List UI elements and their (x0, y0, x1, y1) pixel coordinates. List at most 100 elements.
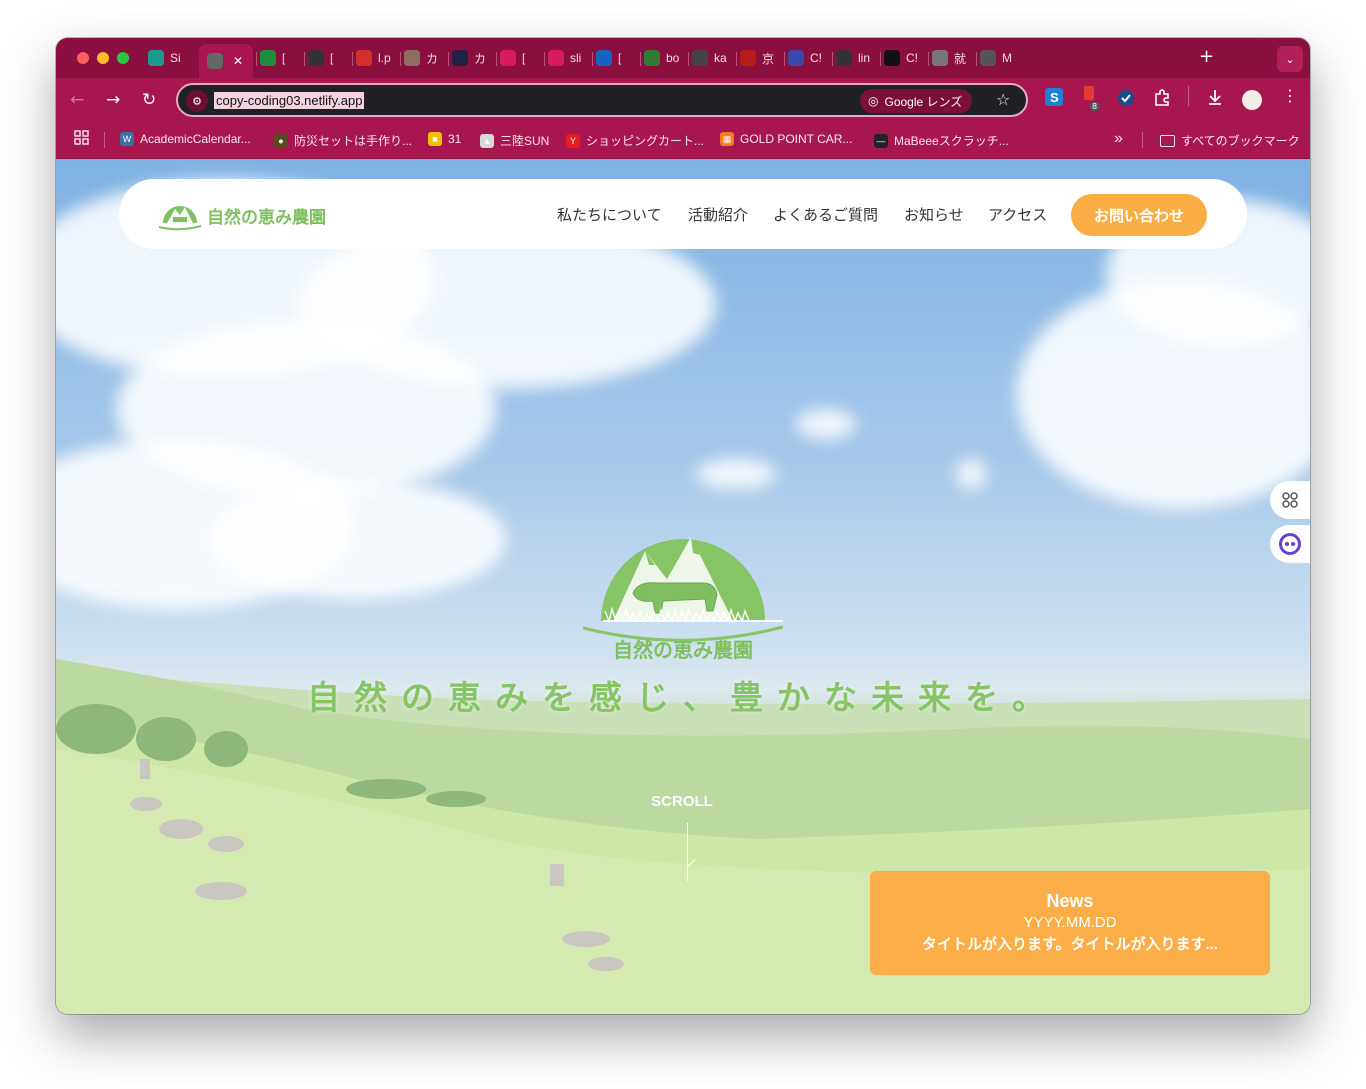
window-minimize-button[interactable] (97, 52, 109, 64)
folder-icon (1160, 134, 1175, 147)
tab-favicon-icon (788, 50, 804, 66)
scroll-indicator-label[interactable]: SCROLL (646, 793, 718, 810)
bookmark-item[interactable]: ▲ 三陸SUN (480, 132, 549, 149)
browser-tab[interactable]: 就 (932, 44, 974, 72)
browser-tab[interactable]: 京 (740, 44, 782, 72)
cloud (696, 459, 776, 489)
browser-tab[interactable]: ka (692, 44, 734, 72)
tab-title: [ (282, 51, 286, 65)
browser-tab[interactable]: bo (644, 44, 686, 72)
bookmark-item[interactable]: Y ショッピングカート... (566, 132, 704, 149)
lens-label: Google レンズ (884, 94, 963, 109)
address-bar[interactable]: ⚙ copy-coding03.netlify.app ◎ Google レンズ… (176, 83, 1028, 117)
menu-kebab-icon[interactable]: ⋮ (1282, 86, 1298, 105)
bookmark-item[interactable]: W AcademicCalendar... (120, 132, 251, 146)
extensions-puzzle-icon[interactable] (1153, 88, 1171, 110)
bookmark-label: 31 (448, 132, 462, 146)
extension-badge: 8 (1089, 102, 1101, 111)
bookmark-item[interactable]: — MaBeeeスクラッチ... (874, 132, 1009, 149)
browser-tab[interactable]: C! (788, 44, 830, 72)
window-maximize-button[interactable] (117, 52, 129, 64)
tab-separator (784, 52, 785, 66)
address-bar-url[interactable]: copy-coding03.netlify.app (214, 92, 365, 109)
nav-faq[interactable]: よくあるご質問 (773, 204, 878, 225)
nav-about[interactable]: 私たちについて (557, 204, 662, 225)
site-logo[interactable]: 自然の恵み農園 (159, 199, 326, 231)
tab-search-button[interactable]: ⌄ (1277, 46, 1303, 72)
browser-tab[interactable]: カ (452, 44, 494, 72)
tab-title: C! (906, 51, 918, 65)
bookmark-label: AcademicCalendar... (140, 132, 251, 146)
tab-separator (400, 52, 401, 66)
tab-separator (640, 52, 641, 66)
browser-tab[interactable]: l.p (356, 44, 398, 72)
bookmark-item[interactable]: ● 防災セットは手作り... (274, 132, 412, 149)
browser-tab[interactable]: lin (836, 44, 878, 72)
nav-access[interactable]: アクセス (988, 204, 1047, 225)
site-header: 自然の恵み農園 私たちについて 活動紹介 よくあるご質問 お知らせ アクセス お… (119, 179, 1247, 249)
tab-favicon-icon (644, 50, 660, 66)
browser-tab[interactable]: カ (404, 44, 446, 72)
google-lens-button[interactable]: ◎ Google レンズ (860, 89, 973, 113)
tab-favicon-icon (308, 50, 324, 66)
tab-separator (256, 52, 257, 66)
window-close-button[interactable] (77, 52, 89, 64)
farm-logo-icon (159, 206, 201, 231)
forward-button[interactable]: → (106, 90, 120, 110)
tab-favicon-icon (836, 50, 852, 66)
news-headline[interactable]: タイトルが入ります。タイトルが入ります... (870, 933, 1270, 954)
nav-activities[interactable]: 活動紹介 (688, 204, 748, 225)
tab-title: カ (426, 51, 439, 66)
browser-tab[interactable]: C! (884, 44, 926, 72)
bookmark-label: MaBeeeスクラッチ... (894, 134, 1009, 148)
bookmark-item[interactable]: ▦ GOLD POINT CAR... (720, 132, 852, 146)
tab-title: M (1002, 51, 1012, 65)
browser-tab[interactable]: Si (148, 44, 196, 72)
tab-separator (544, 52, 545, 66)
reload-button[interactable]: ↻ (142, 90, 156, 110)
site-info-icon[interactable]: ⚙ (186, 90, 208, 112)
nav-news[interactable]: お知らせ (904, 204, 964, 225)
check-extension-icon[interactable] (1117, 89, 1135, 111)
bookmark-favicon-icon: ● (274, 133, 288, 148)
bookmark-item[interactable]: ■ 31 (428, 132, 461, 146)
browser-tab[interactable]: [ (308, 44, 350, 72)
browser-tab[interactable]: [ (260, 44, 302, 72)
s-extension-icon[interactable]: S (1045, 88, 1063, 110)
tab-title: [ (618, 51, 622, 65)
tab-title: ka (714, 51, 727, 65)
tab-title: 就 (954, 51, 967, 66)
hero-logo-text: 自然の恵み農園 (613, 638, 753, 662)
profile-avatar[interactable] (1242, 90, 1262, 110)
tab-separator (928, 52, 929, 66)
apps-grid-icon[interactable] (74, 130, 90, 146)
all-bookmarks-folder[interactable]: すべてのブックマーク (1160, 132, 1300, 149)
tab-favicon-icon (740, 50, 756, 66)
new-tab-button[interactable]: + (1199, 46, 1214, 67)
floating-assistant-button[interactable] (1270, 525, 1310, 563)
contact-button[interactable]: お問い合わせ (1071, 194, 1207, 236)
tab-separator (976, 52, 977, 66)
browser-tab[interactable]: M (980, 44, 1022, 72)
bookmark-star-icon[interactable]: ☆ (996, 90, 1010, 109)
bookmark-favicon-icon: ▦ (720, 132, 734, 146)
back-button[interactable]: ← (70, 90, 84, 110)
floating-grid-button[interactable] (1270, 481, 1310, 519)
tab-close-icon[interactable]: ✕ (233, 54, 243, 68)
browser-tab[interactable]: [ (596, 44, 638, 72)
tab-favicon-icon (404, 50, 420, 66)
tab-separator (880, 52, 881, 66)
browser-tab[interactable]: ✕ (199, 44, 253, 78)
browser-tab[interactable]: sli (548, 44, 590, 72)
download-icon[interactable] (1206, 88, 1224, 110)
tab-title: 京 (762, 51, 775, 66)
news-card[interactable]: News YYYY.MM.DD タイトルが入ります。タイトルが入ります... (870, 871, 1270, 975)
tab-favicon-icon (692, 50, 708, 66)
bookmarks-overflow-button[interactable]: » (1114, 130, 1123, 148)
tab-favicon-icon (260, 50, 276, 66)
browser-tab[interactable]: [ (500, 44, 542, 72)
tab-favicon-icon (932, 50, 948, 66)
bookmark-divider (1142, 132, 1143, 148)
tab-favicon-icon (884, 50, 900, 66)
tab-favicon-icon (148, 50, 164, 66)
